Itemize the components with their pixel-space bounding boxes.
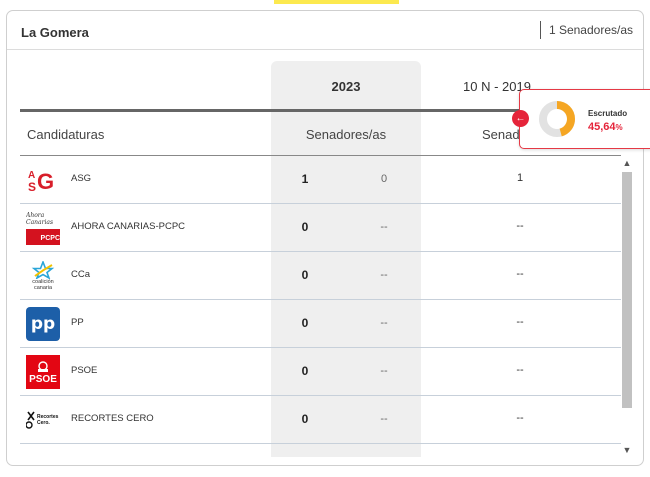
cc-logo-text-2: canaria [33, 285, 53, 291]
senadores-2019-value: -- [516, 412, 524, 424]
table-row: pp PP 0 -- -- [20, 300, 621, 348]
asg-logo-letter-s: S [28, 180, 36, 193]
senadores-2023-value: 0 [301, 316, 309, 330]
secondary-2023-value: -- [380, 317, 388, 329]
escrutado-popup[interactable]: ← Escrutado 45,64% [512, 89, 650, 149]
ahora-canarias-logo: Ahora Canarias PCPC [26, 211, 60, 245]
party-name: RECORTES CERO [71, 413, 154, 424]
senadores-2019-value: -- [516, 316, 524, 328]
senadores-2019-value: -- [516, 268, 524, 280]
pp-logo-text: pp [30, 314, 56, 334]
card-header: La Gomera 1 Senadores/as [7, 11, 643, 50]
table-row: A S G ASG 1 0 1 [20, 156, 621, 204]
table-row: Recortes Cero. RECORTES CERO 0 -- -- [20, 396, 621, 444]
secondary-2023-value: -- [380, 413, 388, 425]
psoe-rose-icon [38, 361, 48, 372]
escrutado-percent-sign: % [615, 123, 623, 132]
pcpc-logo-text: PCPC [40, 234, 60, 242]
party-name: ASG [71, 173, 92, 184]
senadores-2019-value: 1 [516, 172, 524, 184]
candidaturas-column-header: Candidaturas [27, 127, 105, 142]
pcpc-logo-band: PCPC [26, 228, 60, 245]
escrutado-donut-chart [539, 101, 575, 137]
escrutado-percent: 45,64% [588, 121, 623, 133]
senadores-2023-value: 0 [301, 220, 309, 234]
secondary-2023-value: -- [380, 269, 388, 281]
coalicion-canaria-logo: coalición canaria [26, 259, 60, 293]
seats-count: 1 Senadores/as [539, 21, 633, 39]
table-row: Ahora Canarias PCPC AHORA CANARIAS-PCPC … [20, 204, 621, 252]
escrutado-percent-value: 45,64 [588, 121, 616, 133]
party-name: PP [71, 317, 84, 328]
senadores-2023-value: 0 [301, 268, 309, 282]
year-2023-header[interactable]: 2023 [271, 79, 421, 94]
cc-star-icon [31, 261, 55, 279]
arrow-left-icon[interactable]: ← [512, 110, 529, 127]
recortes-logo-text-2: Cero. [37, 420, 50, 426]
senadores-2023-column-header: Senadores/as [305, 127, 387, 142]
escrutado-label: Escrutado [588, 109, 628, 118]
pp-logo: pp [26, 307, 60, 341]
recortes-cero-logo: Recortes Cero. [26, 403, 60, 437]
senadores-2019-value: -- [516, 220, 524, 232]
psoe-logo: PSOE [26, 355, 60, 389]
results-table[interactable]: A S G ASG 1 0 1 Ahora Canarias PCPC AHOR… [20, 156, 621, 457]
asg-logo: A S G [26, 163, 60, 197]
results-card: La Gomera 1 Senadores/as 2023 10 N - 201… [6, 10, 644, 466]
section-title: La Gomera [21, 25, 89, 40]
top-accent-bar [274, 0, 399, 4]
asg-logo-letter-g: G [37, 169, 54, 193]
scroll-up-icon[interactable]: ▲ [621, 156, 633, 170]
table-row: coalición canaria CCa 0 -- -- [20, 252, 621, 300]
party-name: CCa [71, 269, 91, 280]
senadores-2019-value: -- [516, 364, 524, 376]
ahora-logo-text: Ahora Canarias [26, 211, 54, 226]
senadores-2019-column-header: Senad [482, 127, 520, 142]
senadores-2023-value: 0 [301, 364, 309, 378]
secondary-2023-value: -- [380, 365, 388, 377]
senadores-2023-value: 1 [301, 172, 309, 186]
table-row: PSOE PSOE 0 -- -- [20, 348, 621, 396]
scroll-down-icon[interactable]: ▼ [621, 443, 633, 457]
party-name: AHORA CANARIAS-PCPC [71, 221, 186, 232]
party-name: PSOE [71, 365, 98, 376]
secondary-2023-value: -- [380, 221, 388, 233]
senadores-2023-value: 0 [301, 412, 309, 426]
scissors-icon [26, 411, 35, 429]
psoe-logo-text: PSOE [29, 374, 57, 385]
table-scrollbar[interactable]: ▲ ▼ [621, 156, 633, 457]
scrollbar-thumb[interactable] [622, 172, 632, 408]
secondary-2023-value: 0 [380, 173, 388, 185]
